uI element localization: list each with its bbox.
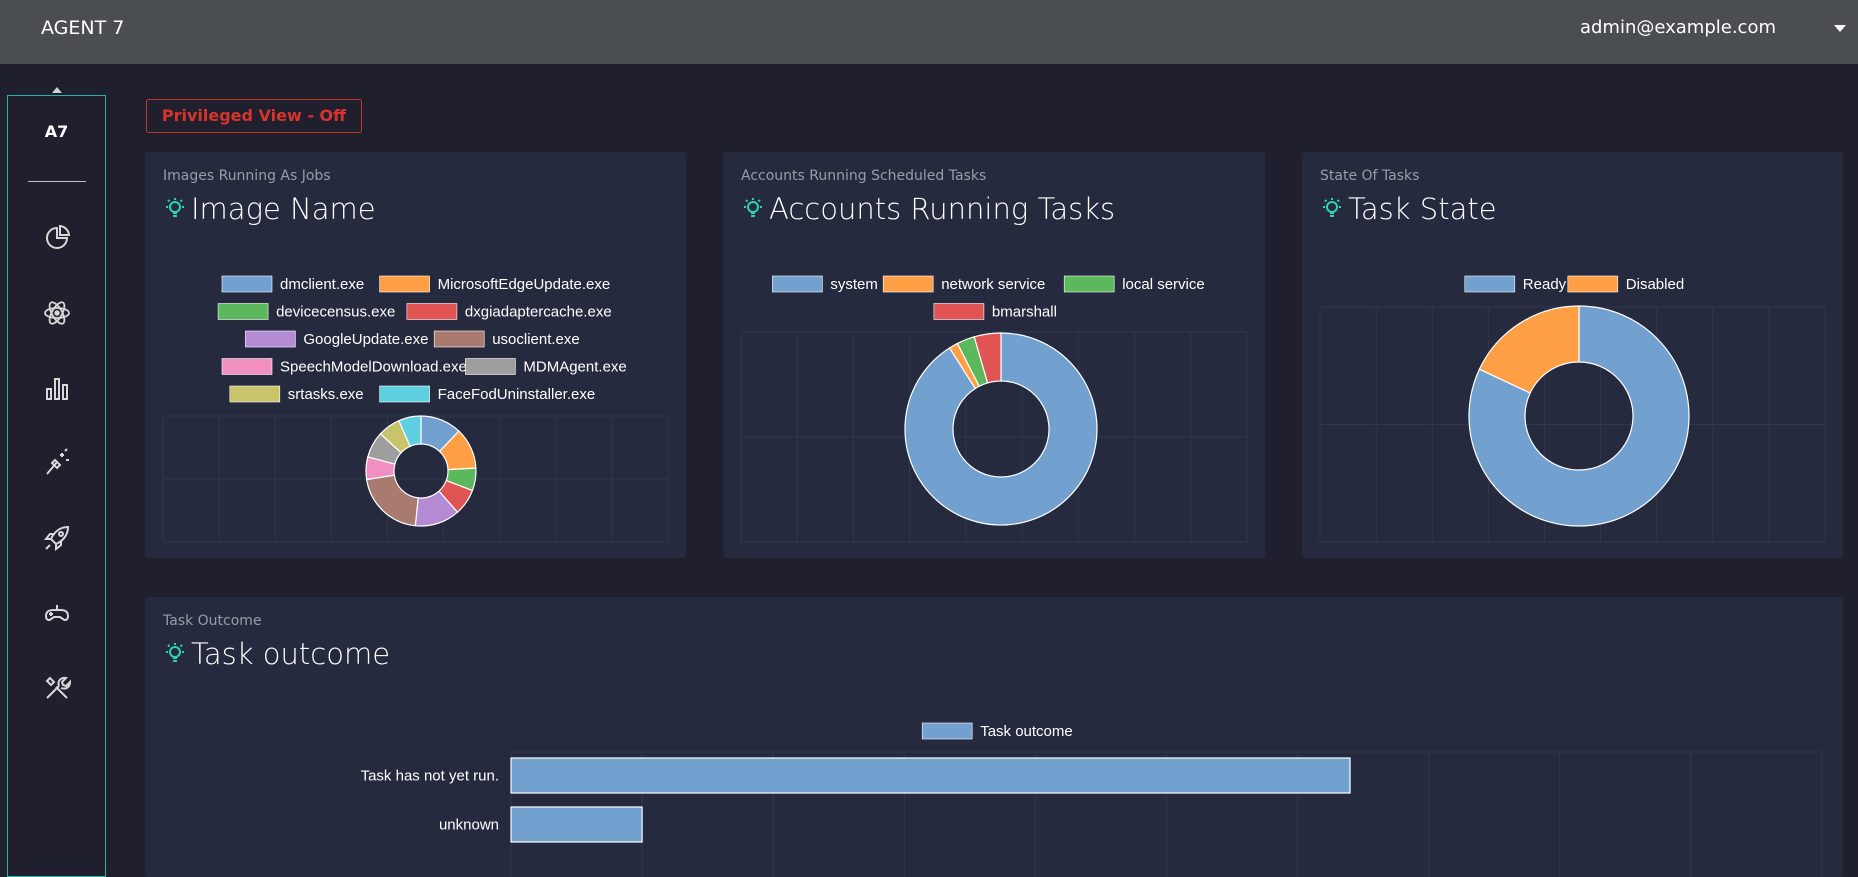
legend-item-disabled[interactable]: Disabled [1567,275,1684,293]
legend-label: devicecensus.exe [276,304,395,321]
legend-swatch [882,275,934,293]
legend-swatch [1464,275,1516,293]
image-name-card: Images Running As Jobs Image Name dmclie… [145,152,686,558]
legend-label: dmclient.exe [280,276,364,293]
legend-swatch [465,358,516,375]
legend-swatch [379,275,430,293]
legend-swatch [245,330,296,348]
legend-label: srtasks.exe [288,386,364,403]
slice-usoclient-exe[interactable] [365,474,419,527]
legend-label: usoclient.exe [492,331,580,348]
sidebar: A7 [7,95,106,877]
y-tick-label: unknown [439,817,499,834]
legend-swatch [433,330,485,348]
legend-label: Disabled [1626,276,1684,293]
legend-item-microsoftedgeupdate-exe[interactable]: MicrosoftEdgeUpdate.exe [379,275,611,293]
atom-icon[interactable] [42,298,72,328]
legend-swatch [921,722,973,740]
legend-item-usoclient-exe[interactable]: usoclient.exe [433,330,580,348]
app-brand[interactable]: AGENT 7 [41,17,124,39]
legend-item-local-service[interactable]: local service [1063,275,1205,293]
bar-task-has-not-yet-run[interactable] [510,757,1351,794]
y-tick-label: Task has not yet run. [361,768,499,785]
legend-item-speechmodeldownload-exe[interactable]: SpeechModelDownload.exe [221,358,467,376]
image-name-doughnut-chart: dmclient.exe MicrosoftEdgeUpdate.exe devic… [162,275,669,543]
legend-swatch [772,275,823,293]
legend-label: bmarshall [992,304,1057,321]
legend-label: GoogleUpdate.exe [303,331,428,348]
legend-swatch [217,303,269,320]
legend-label: MDMAgent.exe [523,359,626,376]
legend-label: Ready [1523,276,1567,293]
legend-label: MicrosoftEdgeUpdate.exe [438,276,611,293]
legend-swatch [1063,275,1115,293]
legend-label: network service [941,276,1045,293]
task-state-card: State Of Tasks Task State Ready Disabled [1302,152,1843,558]
legend-swatch [229,385,281,403]
legend-item-task-outcome[interactable]: Task outcome [921,722,1073,740]
legend-item-googleupdate-exe[interactable]: GoogleUpdate.exe [245,330,428,348]
legend-item-bmarshall[interactable]: bmarshall [933,303,1057,321]
gamepad-icon[interactable] [42,598,72,628]
bar-chart-icon[interactable] [42,373,72,403]
pie-chart-icon[interactable] [42,223,72,253]
legend-label: local service [1122,276,1205,293]
legend-item-dxgiadaptercache-exe[interactable]: dxgiadaptercache.exe [406,303,612,321]
tools-icon[interactable] [42,673,72,703]
legend-swatch [221,358,273,375]
legend-swatch [933,303,985,320]
legend-item-srtasks-exe[interactable]: srtasks.exe [229,385,364,403]
chevron-down-icon[interactable] [1834,25,1846,32]
task-outcome-bar-chart: Task outcome Task has not yet run. unknown [361,722,1823,877]
legend-swatch [406,303,458,320]
sidebar-notch-icon [52,87,62,93]
legend-item-mdmagent-exe[interactable]: MDMAgent.exe [465,358,627,376]
legend-label: system [830,276,878,293]
legend-label: Task outcome [980,723,1073,740]
rocket-icon[interactable] [42,523,72,553]
legend-item-dmclient-exe[interactable]: dmclient.exe [221,275,364,293]
legend-item-network-service[interactable]: network service [882,275,1045,293]
legend-item-facefoduninstaller-exe[interactable]: FaceFodUninstaller.exe [379,385,596,403]
accounts-running-tasks-card: Accounts Running Scheduled Tasks Account… [723,152,1265,558]
task-outcome-card: Task Outcome Task outcome Task outcome Ta… [145,597,1843,877]
legend-label: dxgiadaptercache.exe [465,304,612,321]
legend-item-devicecensus-exe[interactable]: devicecensus.exe [217,303,395,321]
legend-label: SpeechModelDownload.exe [280,359,467,376]
top-bar: AGENT 7 admin@example.com [0,0,1858,64]
sidebar-logo[interactable]: A7 [8,122,105,141]
accounts-doughnut-chart: system network service local service bmarsh… [740,275,1248,543]
legend-label: FaceFodUninstaller.exe [438,386,596,403]
legend-swatch [379,385,430,403]
legend-swatch [221,275,273,293]
user-menu[interactable]: admin@example.com [1580,17,1776,38]
privileged-view-toggle[interactable]: Privileged View - Off [146,99,362,133]
legend-item-system[interactable]: system [772,275,878,293]
legend-item-ready[interactable]: Ready [1464,275,1567,293]
bar-unknown[interactable] [510,806,643,843]
legend-swatch [1567,275,1619,293]
sidebar-divider [28,181,86,182]
magic-wand-icon[interactable] [42,448,72,478]
task-state-doughnut-chart: Ready Disabled [1319,275,1826,543]
